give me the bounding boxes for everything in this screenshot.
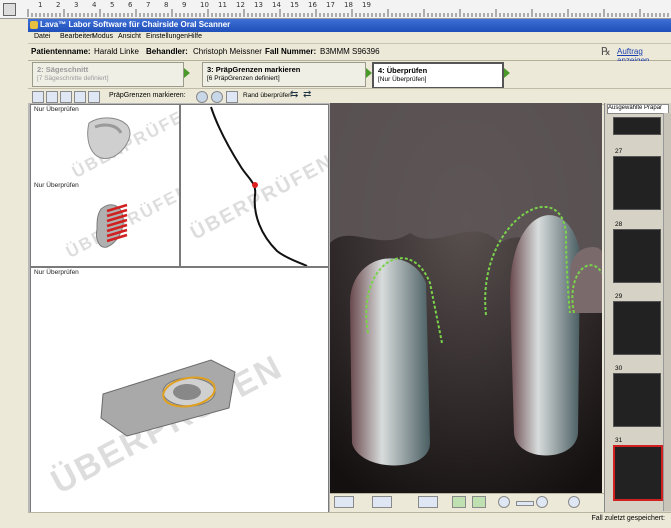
ruler-number: 2 <box>56 1 61 9</box>
ruler-number: 9 <box>182 1 187 9</box>
model-overview-panel[interactable]: Nur Überprüfen Nur Überprüfen ÜBERPRÜFEN… <box>30 104 180 267</box>
ruler-number: 15 <box>290 1 299 9</box>
step-arrow-icon <box>504 68 510 78</box>
fit-view-icon[interactable] <box>88 91 100 103</box>
swap-arrows-icon[interactable]: ⇄ <box>303 89 311 100</box>
reset-icon[interactable] <box>226 91 238 103</box>
ruler-number: 6 <box>128 1 133 9</box>
ruler-number: 1 <box>38 1 43 9</box>
scan-toolbar <box>330 493 604 512</box>
margin-profile <box>210 106 308 266</box>
contrast-icon[interactable] <box>536 496 548 508</box>
sidebar-scrollbar[interactable] <box>663 113 671 511</box>
info-icon[interactable] <box>568 496 580 508</box>
arch-model <box>87 117 131 248</box>
window-title: Lava™ Labor Software für Chairside Oral … <box>40 20 231 29</box>
step-title: 2: Sägeschnitt <box>37 65 89 74</box>
thumbnail-number: 29 <box>615 293 623 300</box>
ruler-number: 14 <box>272 1 281 9</box>
ruler-number: 18 <box>344 1 353 9</box>
title-bar: Lava™ Labor Software für Chairside Oral … <box>28 19 671 32</box>
ruler-number: 17 <box>326 1 335 9</box>
patient-bar: Patientenname: Harald Linke Behandler: C… <box>28 44 671 65</box>
eraser-icon[interactable] <box>418 496 438 508</box>
rotate-left-icon[interactable] <box>196 91 208 103</box>
thumbnail-30[interactable] <box>613 373 661 427</box>
rotate-right-icon[interactable] <box>211 91 223 103</box>
step-subtitle: [Nur Überprüfen] <box>378 76 427 83</box>
ruler-number: 13 <box>254 1 263 9</box>
ruler-number: 5 <box>110 1 115 9</box>
rotate-90-icon[interactable] <box>452 496 466 508</box>
thumbnail-26[interactable] <box>613 117 661 135</box>
ruler-number: 3 <box>74 1 79 9</box>
sidebar-header: Ausgewählte Präpar <box>607 104 669 114</box>
menu-bar: Datei Bearbeiten Modus Ansicht Einstellu… <box>28 32 671 44</box>
edge-check-label: Rand überprüfen <box>243 92 292 99</box>
thumbnail-28[interactable] <box>613 229 661 283</box>
ruler-number: 11 <box>218 1 227 9</box>
swap-arrows-icon[interactable]: ⇆ <box>290 89 298 100</box>
step-saw-cut[interactable]: 2: Sägeschnitt [7 Sägeschnitte definiert… <box>32 62 184 87</box>
ruler-number: 16 <box>308 1 317 9</box>
case-number: B3MMM S96396 <box>320 47 380 56</box>
thumbnail-number: 27 <box>615 148 623 155</box>
status-text: Fall zuletzt gespeichert: <box>591 515 665 522</box>
workflow-steps: 2: Sägeschnitt [7 Sägeschnitte definiert… <box>28 61 671 89</box>
thumbnail-29[interactable] <box>613 301 661 355</box>
ruler: 1 2 3 4 5 6 7 8 9 10 11 12 13 14 15 16 17 18 19 <box>0 0 671 19</box>
prep-margins-label: PräpGrenzen markieren: <box>109 92 186 99</box>
step-prep-margins[interactable]: 3: PräpGrenzen markieren [6 PräpGrenzen … <box>202 62 366 87</box>
ruler-number: 4 <box>92 1 97 9</box>
ruler-number: 7 <box>146 1 151 9</box>
menu-einstellungen[interactable]: Einstellungen <box>146 33 188 40</box>
thumbnail-number: 31 <box>615 437 623 444</box>
step-arrow-icon <box>184 68 190 78</box>
undo-icon[interactable] <box>32 91 44 103</box>
ruler-number: 12 <box>236 1 245 9</box>
step-review[interactable]: 4: Überprüfen [Nur Überprüfen] <box>372 62 504 89</box>
thumbnail-27[interactable] <box>613 156 661 210</box>
doctor-label: Behandler: <box>146 47 188 56</box>
patient-name-label: Patientenname: <box>31 47 91 56</box>
thumbnail-number: 28 <box>615 221 623 228</box>
ruler-number: 10 <box>200 1 209 9</box>
step-title: 4: Überprüfen <box>378 66 428 75</box>
thumbnail-number: 30 <box>615 365 623 372</box>
thumbnail-31[interactable] <box>613 445 663 501</box>
scan-3d-view[interactable] <box>330 103 602 493</box>
menu-datei[interactable]: Datei <box>34 33 50 40</box>
step-title: 3: PräpGrenzen markieren <box>207 65 301 74</box>
view-left-icon[interactable] <box>334 496 354 508</box>
margin-point <box>252 182 258 188</box>
ruler-ticks <box>27 9 669 17</box>
margin-line-panel[interactable]: ÜBERPRÜFEN <box>180 104 329 267</box>
slider-track[interactable] <box>516 501 534 506</box>
view-right-icon[interactable] <box>372 496 392 508</box>
die-3d-panel[interactable]: Nur Überprüfen ÜBERPRÜFEN <box>30 267 329 514</box>
ruler-number: 19 <box>362 1 371 9</box>
step-subtitle: [6 PräpGrenzen definiert] <box>207 75 280 82</box>
doctor-name: Christoph Meissner <box>193 47 262 56</box>
scan-image <box>330 103 602 493</box>
rx-icon: ℞ <box>601 45 611 58</box>
menu-hilfe[interactable]: Hilfe <box>188 33 202 40</box>
zoom-out-icon[interactable] <box>74 91 86 103</box>
ruler-number: 8 <box>164 1 169 9</box>
redo-icon[interactable] <box>46 91 58 103</box>
prep-thumbnail-sidebar: Ausgewählte Präpar 27 28 29 30 31 <box>604 103 671 513</box>
patient-name: Harald Linke <box>94 47 139 56</box>
menu-ansicht[interactable]: Ansicht <box>118 33 141 40</box>
die-model <box>100 359 236 437</box>
case-label: Fall Nummer: <box>265 47 317 56</box>
menu-modus[interactable]: Modus <box>92 33 113 40</box>
menu-bearbeiten[interactable]: Bearbeiten <box>60 33 94 40</box>
step-subtitle: [7 Sägeschnitte definiert] <box>37 75 109 82</box>
rotate-90-alt-icon[interactable] <box>472 496 486 508</box>
zoom-in-icon[interactable] <box>60 91 72 103</box>
app-icon <box>30 21 38 29</box>
status-bar: Fall zuletzt gespeichert: <box>28 512 671 528</box>
brightness-icon[interactable] <box>498 496 510 508</box>
